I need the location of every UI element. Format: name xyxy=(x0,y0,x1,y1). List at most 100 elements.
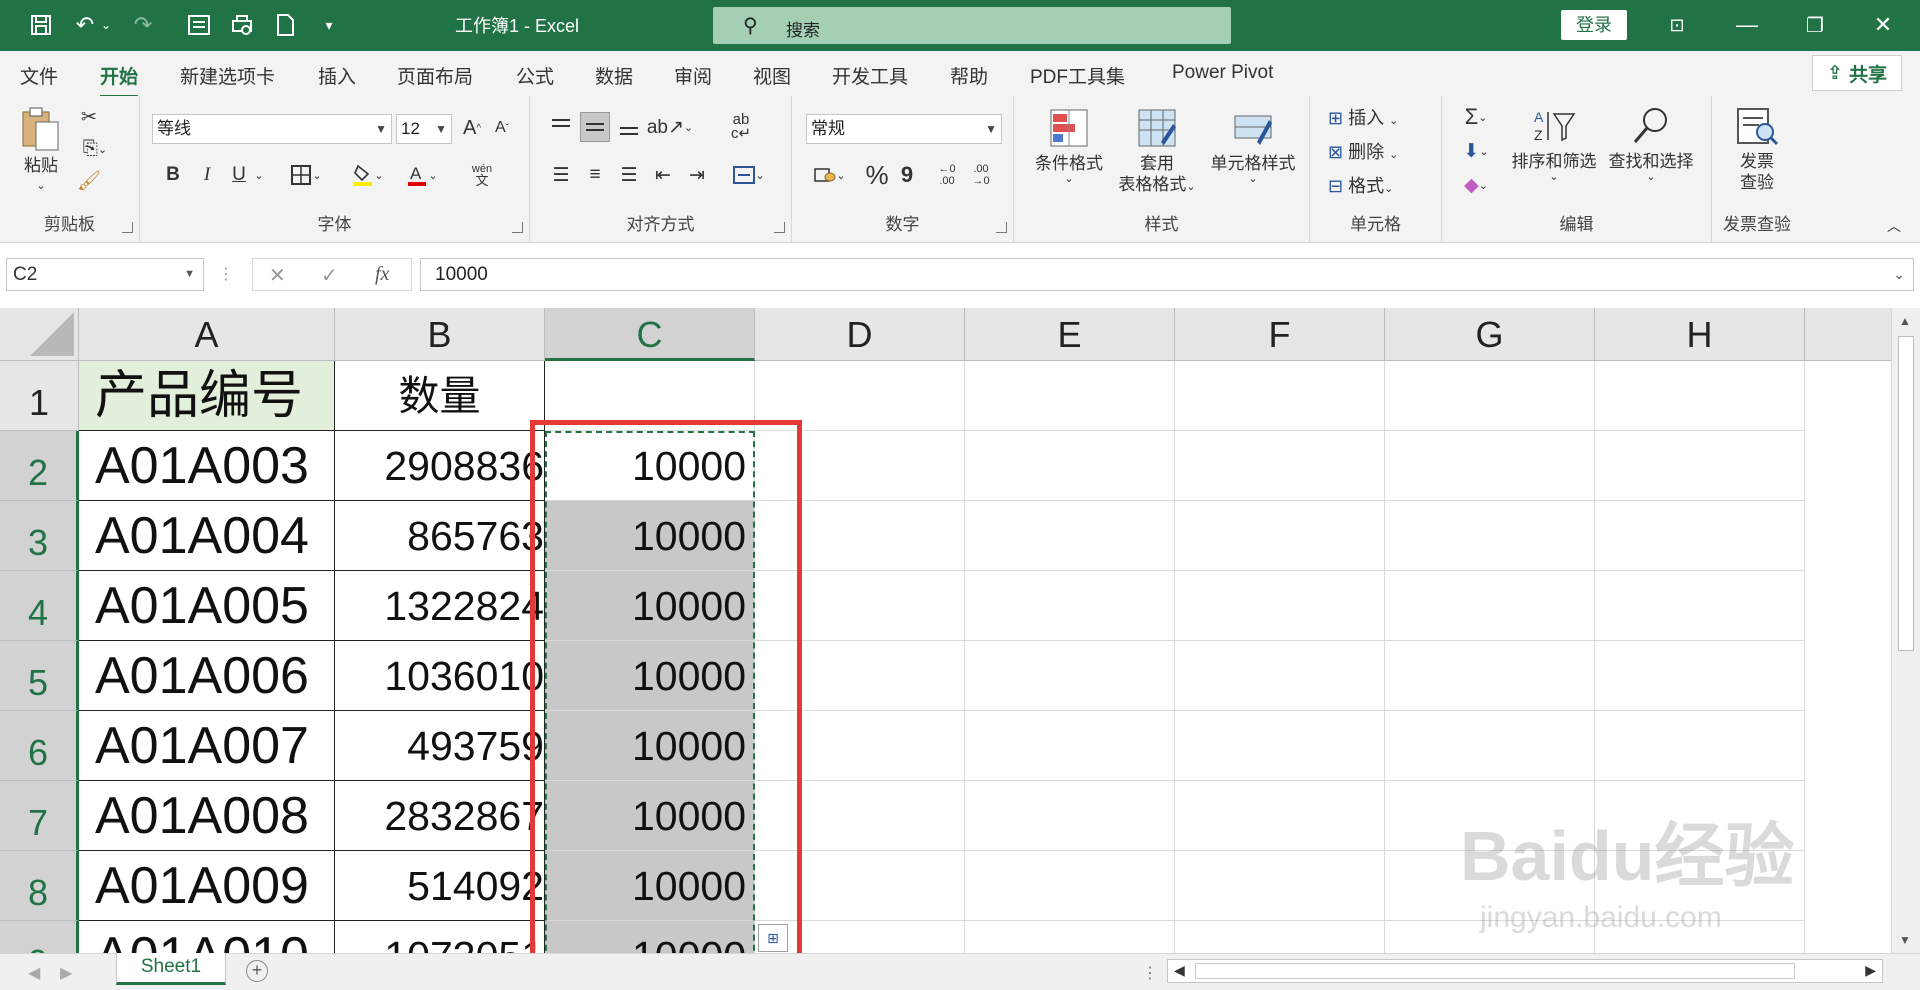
tab-pdf-tools[interactable]: PDF工具集 xyxy=(1030,62,1125,89)
cell-h5[interactable] xyxy=(1595,641,1805,711)
cell-g5[interactable] xyxy=(1385,641,1595,711)
cell-g2[interactable] xyxy=(1385,431,1595,501)
cell-b1[interactable]: 数量 xyxy=(335,361,545,431)
cell-d1[interactable] xyxy=(755,361,965,431)
align-top-icon[interactable] xyxy=(546,112,576,142)
cancel-icon[interactable]: ✕ xyxy=(269,263,286,288)
underline-button[interactable]: U xyxy=(228,160,250,190)
cell-b2[interactable]: 2908836 xyxy=(335,431,545,501)
cell-c1[interactable] xyxy=(545,361,755,431)
phonetic-icon[interactable]: wén 文 xyxy=(462,158,502,192)
cell-e5[interactable] xyxy=(965,641,1175,711)
cell-c9[interactable]: 10000 xyxy=(545,921,755,953)
cell-g7[interactable] xyxy=(1385,781,1595,851)
cell-b6[interactable]: 493759 xyxy=(335,711,545,781)
cell-d8[interactable] xyxy=(755,851,965,921)
delete-cells-button[interactable]: ⊠ 删除 ⌄ xyxy=(1328,138,1398,164)
cell-g1[interactable] xyxy=(1385,361,1595,431)
cell-b5[interactable]: 1036010 xyxy=(335,641,545,711)
cut-icon[interactable]: ✂ xyxy=(78,106,100,128)
cell-e7[interactable] xyxy=(965,781,1175,851)
conditional-formatting-button[interactable]: 条件格式 ⌄ xyxy=(1026,108,1112,185)
cell-a4[interactable]: A01A005 xyxy=(79,571,335,641)
cell-g4[interactable] xyxy=(1385,571,1595,641)
insert-function-icon[interactable]: fx xyxy=(375,263,389,286)
more-options-icon[interactable]: ⋮ xyxy=(218,263,234,285)
cell-e3[interactable] xyxy=(965,501,1175,571)
cell-c3[interactable]: 10000 xyxy=(545,501,755,571)
prev-sheet-icon[interactable]: ◀ xyxy=(28,963,40,983)
row-header-6[interactable]: 6 xyxy=(0,711,79,781)
cell-c5[interactable]: 10000 xyxy=(545,641,755,711)
font-name-select[interactable]: 等线 ▼ xyxy=(152,114,392,144)
row-header-3[interactable]: 3 xyxy=(0,501,79,571)
paste-options-icon[interactable]: ⊞ xyxy=(758,924,788,952)
cell-b9[interactable]: 1073051 xyxy=(335,921,545,953)
fill-color-icon[interactable]: ⌄ xyxy=(348,160,388,190)
tab-developer[interactable]: 开发工具 xyxy=(832,62,908,89)
cell-e9[interactable] xyxy=(965,921,1175,953)
select-all-corner[interactable] xyxy=(0,308,79,361)
cell-d6[interactable] xyxy=(755,711,965,781)
column-header-b[interactable]: B xyxy=(335,308,545,361)
cell-e6[interactable] xyxy=(965,711,1175,781)
align-center-icon[interactable]: ≡ xyxy=(580,160,610,190)
tab-page-layout[interactable]: 页面布局 xyxy=(397,62,473,89)
number-launcher-icon[interactable] xyxy=(996,222,1007,233)
tab-help[interactable]: 帮助 xyxy=(950,62,988,89)
cell-c6[interactable]: 10000 xyxy=(545,711,755,781)
cell-a6[interactable]: A01A007 xyxy=(79,711,335,781)
tab-formulas[interactable]: 公式 xyxy=(516,62,554,89)
name-box[interactable]: C2 ▼ xyxy=(6,258,204,291)
cell-e8[interactable] xyxy=(965,851,1175,921)
fill-icon[interactable]: ⬇ ⌄ xyxy=(1452,136,1500,166)
add-sheet-icon[interactable]: + xyxy=(246,960,268,982)
merge-center-icon[interactable]: ⌄ xyxy=(726,160,772,190)
horizontal-scrollbar[interactable]: ◀ ▶ xyxy=(1167,959,1883,983)
collapse-ribbon-icon[interactable]: ︿ xyxy=(1884,216,1904,236)
cell-b4[interactable]: 1322824 xyxy=(335,571,545,641)
align-middle-icon[interactable] xyxy=(580,112,610,142)
login-button[interactable]: 登录 xyxy=(1561,10,1627,40)
row-header-1[interactable]: 1 xyxy=(0,361,79,431)
cell-f7[interactable] xyxy=(1175,781,1385,851)
row-header-7[interactable]: 7 xyxy=(0,781,79,851)
column-header-a[interactable]: A xyxy=(79,308,335,361)
minimize-icon[interactable]: — xyxy=(1730,8,1764,42)
tab-insert[interactable]: 插入 xyxy=(318,62,356,89)
cell-g8[interactable] xyxy=(1385,851,1595,921)
column-header-e[interactable]: E xyxy=(965,308,1175,361)
search-box[interactable]: ⚲ 搜索 xyxy=(713,7,1231,44)
cell-f8[interactable] xyxy=(1175,851,1385,921)
borders-icon[interactable]: ⌄ xyxy=(286,160,326,190)
enter-icon[interactable]: ✓ xyxy=(321,263,338,288)
cell-b8[interactable]: 514092 xyxy=(335,851,545,921)
cell-a5[interactable]: A01A006 xyxy=(79,641,335,711)
undo-dropdown-icon[interactable]: ⌄ xyxy=(96,8,116,42)
cell-a8[interactable]: A01A009 xyxy=(79,851,335,921)
row-header-8[interactable]: 8 xyxy=(0,851,79,921)
cell-h2[interactable] xyxy=(1595,431,1805,501)
cell-a7[interactable]: A01A008 xyxy=(79,781,335,851)
decrease-font-icon[interactable]: Aˇ xyxy=(488,114,516,142)
increase-decimal-icon[interactable]: ←0.00 xyxy=(932,158,962,192)
cell-d3[interactable] xyxy=(755,501,965,571)
cell-h9[interactable] xyxy=(1595,921,1805,953)
clipboard-launcher-icon[interactable] xyxy=(122,222,133,233)
comma-style-button[interactable]: 9 xyxy=(896,158,918,192)
cell-c4[interactable]: 10000 xyxy=(545,571,755,641)
tab-home[interactable]: 开始 xyxy=(100,62,139,98)
cell-e4[interactable] xyxy=(965,571,1175,641)
cell-f4[interactable] xyxy=(1175,571,1385,641)
cell-f2[interactable] xyxy=(1175,431,1385,501)
cell-b7[interactable]: 2832867 xyxy=(335,781,545,851)
invoice-check-button[interactable]: 发票 查验 xyxy=(1722,106,1792,193)
font-color-icon[interactable]: A ⌄ xyxy=(402,160,442,190)
font-size-select[interactable]: 12 ▼ xyxy=(396,114,452,144)
insert-cells-button[interactable]: ⊞ 插入 ⌄ xyxy=(1328,104,1398,130)
restore-icon[interactable]: ❐ xyxy=(1798,8,1832,42)
sheet-tab-sheet1[interactable]: Sheet1 xyxy=(116,953,226,985)
cell-c2[interactable]: 10000 xyxy=(545,431,755,501)
format-as-table-button[interactable]: 套用 表格格式⌄ xyxy=(1112,108,1202,198)
cell-a9[interactable]: A01A010 xyxy=(79,921,335,953)
